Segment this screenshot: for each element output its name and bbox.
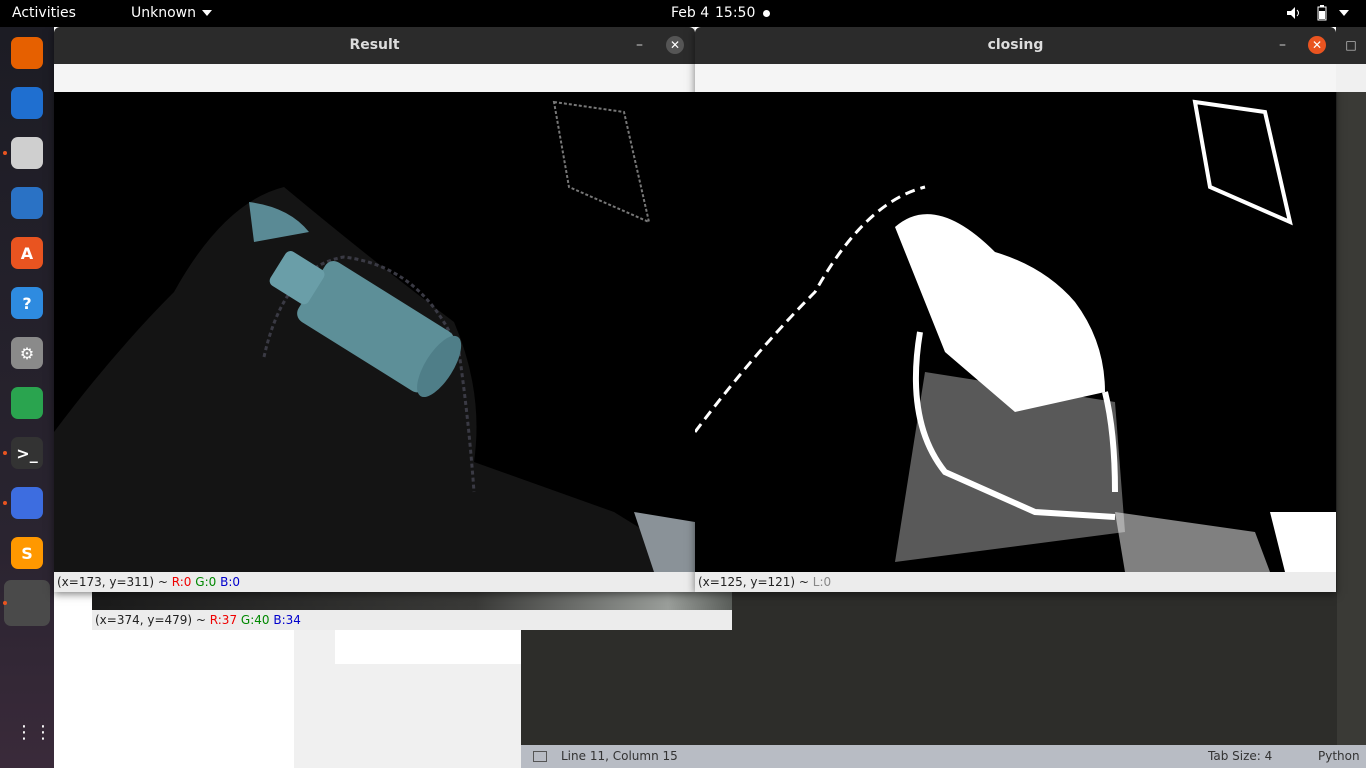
dock-thunderbird-icon[interactable] (11, 87, 43, 119)
closing-status-bar: (x=125, y=121) ~ L:0 (695, 572, 1336, 592)
maximize-button[interactable]: □ (1336, 27, 1366, 64)
dock-help-icon[interactable]: ? (11, 287, 43, 319)
dock-software-center-icon[interactable]: A (11, 237, 43, 269)
close-button[interactable]: ✕ (666, 36, 684, 54)
volume-icon[interactable] (1286, 6, 1302, 20)
result-image-canvas[interactable] (54, 92, 695, 572)
result-toolbar (54, 64, 695, 92)
dock: A? ⚙ >_ S ⋮⋮⋮ (0, 27, 71, 768)
dock-screenshot-icon[interactable] (11, 487, 43, 519)
result-title: Result (349, 37, 400, 53)
dock-chrome-icon[interactable] (11, 387, 43, 419)
closing-window[interactable]: closing – ✕ (x=125, y=121) ~ L:0 (695, 27, 1336, 592)
clock-date[interactable]: Feb 4 (671, 5, 709, 21)
cursor-position: Line 11, Column 15 (561, 749, 678, 763)
red-value: R:0 (171, 575, 192, 589)
notification-dot-icon (763, 10, 770, 17)
editor-status-bar: Line 11, Column 15 Tab Size: 4 Python (521, 745, 1366, 768)
luminance-value: L:0 (812, 575, 832, 589)
closing-toolbar (695, 64, 1336, 92)
minimize-button[interactable]: – (1279, 27, 1286, 64)
system-menu-chevron-down-icon[interactable] (1339, 10, 1349, 16)
dock-firefox-icon[interactable] (11, 37, 43, 69)
minimize-button[interactable]: – (636, 27, 643, 64)
result-window[interactable]: Result – ✕ (x=173, y=311) ~ R:0 G:0 B:0 (54, 27, 695, 592)
close-button[interactable]: ✕ (1308, 36, 1326, 54)
blue-value: B:0 (220, 575, 241, 589)
running-indicator (3, 601, 7, 605)
running-indicator (3, 151, 7, 155)
closing-title: closing (987, 37, 1044, 53)
original-image-status: (x=374, y=479) ~ R:37 G:40 B:34 (92, 610, 732, 630)
dock-active-app-icon[interactable] (4, 580, 50, 626)
dock-libreoffice-writer-icon[interactable] (11, 187, 43, 219)
green-value: G:0 (195, 575, 217, 589)
syntax-selector[interactable]: Python (1318, 745, 1360, 768)
activities-button[interactable]: Activities (12, 5, 76, 21)
app-menu[interactable]: Unknown (131, 5, 212, 21)
dock-sublime-text-icon[interactable]: S (11, 537, 43, 569)
cursor-coords: (x=125, y=121) ~ (698, 575, 813, 589)
editor-minimap[interactable] (1337, 92, 1366, 745)
result-titlebar[interactable]: Result – ✕ (54, 27, 695, 64)
tab-size-selector[interactable]: Tab Size: 4 (1208, 745, 1272, 768)
closing-titlebar[interactable]: closing – ✕ (695, 27, 1336, 64)
original-image-canvas (92, 592, 732, 610)
battery-icon[interactable] (1317, 5, 1327, 21)
top-bar: Activities Unknown Feb 4 15:50 (0, 0, 1366, 27)
result-image (54, 100, 695, 572)
result-status-bar: (x=173, y=311) ~ R:0 G:0 B:0 (54, 572, 695, 592)
dock-settings-icon[interactable]: ⚙ (11, 337, 43, 369)
dock-files-icon[interactable] (11, 137, 43, 169)
running-indicator (3, 451, 7, 455)
show-applications-grid-icon[interactable]: ⋮⋮⋮ (15, 724, 71, 751)
editor-toolbar-edge (1336, 64, 1366, 92)
closing-image-canvas[interactable] (695, 92, 1336, 572)
cursor-coords: (x=173, y=311) ~ (57, 575, 172, 589)
clock-time[interactable]: 15:50 (715, 5, 755, 21)
original-image-window[interactable]: (x=374, y=479) ~ R:37 G:40 B:34 (92, 592, 732, 630)
dock-terminal-icon[interactable]: >_ (11, 437, 43, 469)
closing-image (695, 99, 1336, 572)
panel-toggle-icon[interactable] (533, 751, 547, 762)
running-indicator (3, 501, 7, 505)
